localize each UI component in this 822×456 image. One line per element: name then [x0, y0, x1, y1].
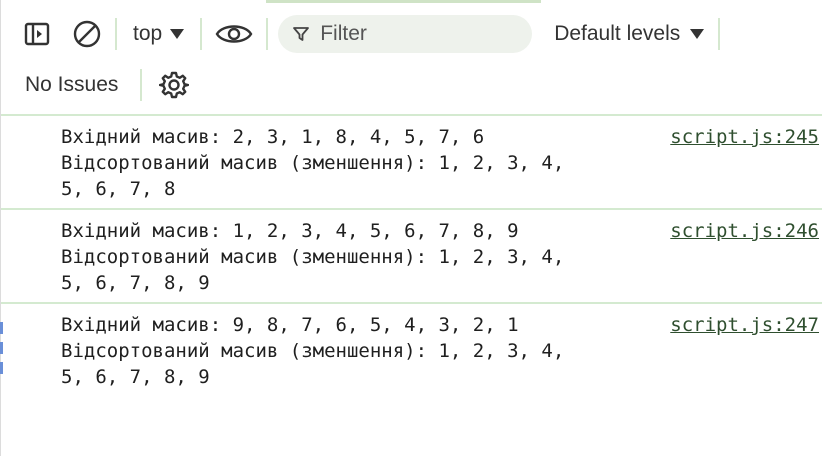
console-toolbar: top Filter Default levels No Issues	[1, 0, 822, 116]
issues-counter[interactable]: No Issues	[1, 73, 118, 97]
console-message: Вхідний масив: 2, 3, 1, 8, 4, 5, 7, 6 Ві…	[1, 116, 822, 210]
console-message: Вхідний масив: 9, 8, 7, 6, 5, 4, 3, 2, 1…	[1, 304, 822, 396]
console-message: Вхідний масив: 1, 2, 3, 4, 5, 6, 7, 8, 9…	[1, 210, 822, 304]
source-link[interactable]: script.js:247	[670, 312, 819, 338]
sidebar-toggle-icon[interactable]	[19, 16, 55, 52]
filter-placeholder: Filter	[320, 22, 367, 45]
devtools-console-panel: top Filter Default levels No Issues Вхід…	[0, 0, 822, 456]
toolbar-separator	[200, 18, 203, 50]
toolbar-separator	[140, 69, 143, 101]
console-message-text: Вхідний масив: 1, 2, 3, 4, 5, 6, 7, 8, 9…	[61, 220, 565, 294]
toolbar-separator	[718, 18, 721, 50]
dropdown-triangle-icon	[690, 29, 705, 39]
left-edge-marker	[0, 342, 3, 354]
toolbar-separator	[115, 18, 117, 50]
console-messages: Вхідний масив: 2, 3, 1, 8, 4, 5, 7, 6 Ві…	[1, 116, 822, 396]
filter-input[interactable]: Filter	[278, 15, 533, 53]
left-edge-marker	[0, 362, 3, 374]
log-levels-label: Default levels	[554, 22, 681, 45]
left-edge-marker	[0, 322, 3, 334]
filter-icon	[293, 27, 310, 41]
console-message-text: Вхідний масив: 2, 3, 1, 8, 4, 5, 7, 6 Ві…	[61, 126, 565, 200]
gear-icon[interactable]	[156, 67, 192, 103]
context-selector[interactable]: top	[127, 22, 190, 46]
eye-icon[interactable]	[212, 16, 256, 52]
toolbar-row-main: top Filter Default levels	[1, 8, 822, 60]
toolbar-separator	[266, 18, 269, 50]
clear-console-icon[interactable]	[69, 16, 105, 52]
dropdown-triangle-icon	[170, 29, 185, 39]
toolbar-row-secondary: No Issues	[1, 62, 822, 108]
console-message-text: Вхідний масив: 9, 8, 7, 6, 5, 4, 3, 2, 1…	[61, 314, 565, 388]
source-link[interactable]: script.js:245	[670, 124, 819, 150]
source-link[interactable]: script.js:246	[670, 218, 819, 244]
context-label: top	[133, 22, 163, 45]
log-levels-dropdown[interactable]: Default levels	[554, 22, 705, 46]
